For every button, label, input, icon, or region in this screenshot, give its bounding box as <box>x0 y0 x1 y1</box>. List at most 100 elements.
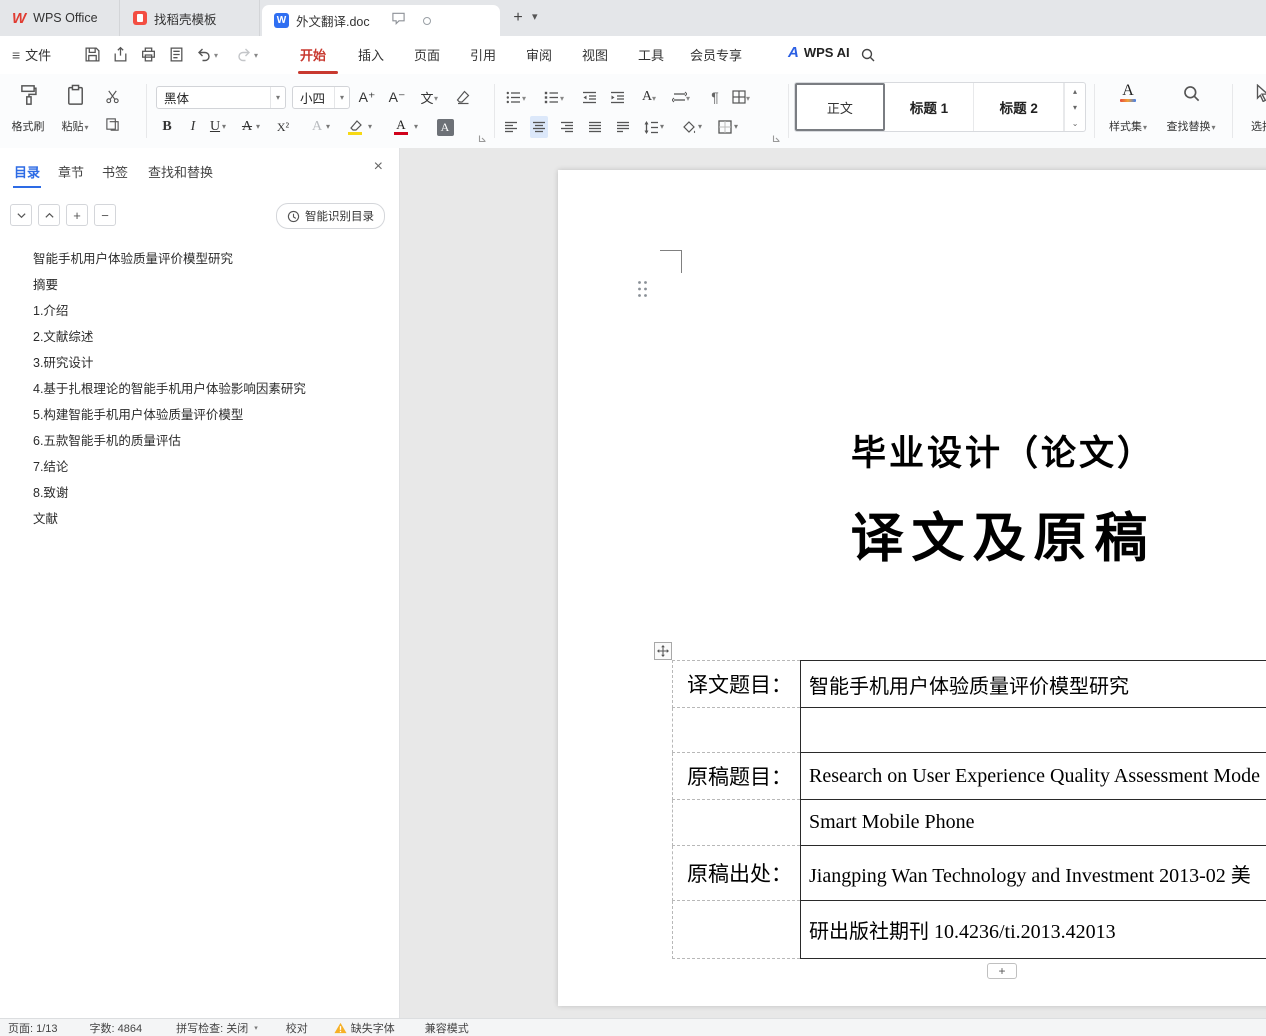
missing-font-warning[interactable]: 缺失字体 <box>334 1020 395 1036</box>
select-button[interactable]: 选择 <box>1240 80 1266 138</box>
save-button[interactable] <box>84 46 102 64</box>
toc-item[interactable]: 6.五款智能手机的质量评估 <box>0 428 399 454</box>
align-left-button[interactable] <box>502 116 520 138</box>
find-replace-button[interactable]: 查找替换▾ <box>1160 80 1222 138</box>
table-cell-value[interactable]: 智能手机用户体验质量评价模型研究 <box>800 660 1266 708</box>
table-cell-label[interactable]: 原稿题目： <box>672 753 800 800</box>
spellcheck-toggle[interactable]: 拼写检查: 关闭 ▾ <box>176 1020 258 1036</box>
numbered-list-button[interactable] <box>540 85 562 109</box>
proofread-button[interactable]: 校对 <box>286 1020 308 1036</box>
numbered-list-dropdown[interactable]: ▾ <box>560 94 564 103</box>
tab-document[interactable]: W 外文翻译.doc <box>262 5 500 36</box>
wps-ai-button[interactable]: A WPS AI <box>788 44 850 61</box>
menu-tab-tools[interactable]: 工具 <box>638 45 664 64</box>
sidebar-close-button[interactable]: × <box>374 158 383 176</box>
char-shading-button[interactable]: A <box>436 116 454 138</box>
distribute-button[interactable] <box>614 116 632 138</box>
toc-item[interactable]: 摘要 <box>0 272 399 298</box>
highlight-button[interactable] <box>346 116 364 138</box>
new-tab-button[interactable]: + <box>508 8 528 28</box>
paragraph-drag-handle[interactable] <box>637 280 648 303</box>
paste-button[interactable]: 粘贴▾ <box>54 80 96 138</box>
style-heading1[interactable]: 标题 1 <box>885 83 975 131</box>
toc-zoom-out-button[interactable]: − <box>94 204 116 226</box>
superscript-button[interactable]: X² <box>274 116 292 138</box>
font-color-button[interactable]: A <box>392 116 410 138</box>
style-heading2[interactable]: 标题 2 <box>974 83 1065 131</box>
table-cell-value[interactable]: Smart Mobile Phone <box>800 800 1266 846</box>
bullet-list-dropdown[interactable]: ▾ <box>522 94 526 103</box>
smart-toc-button[interactable]: 智能识别目录 <box>276 203 385 229</box>
cut-button[interactable] <box>102 86 122 106</box>
table-cell-value[interactable]: Jiangping Wan Technology and Investment … <box>800 846 1266 901</box>
toc-collapse-button[interactable] <box>38 204 60 226</box>
toc-item[interactable]: 8.致谢 <box>0 480 399 506</box>
align-center-button[interactable] <box>530 116 548 138</box>
line-spacing-button[interactable] <box>642 116 660 138</box>
sidebar-tab-sections[interactable]: 章节 <box>58 162 84 181</box>
undo-dropdown[interactable]: ▾ <box>214 51 218 60</box>
font-color-dropdown[interactable]: ▾ <box>414 122 418 131</box>
menu-tab-member[interactable]: 会员专享 <box>690 45 742 64</box>
comment-bubble-icon[interactable] <box>391 11 406 30</box>
page-indicator[interactable]: 页面: 1/13 <box>8 1020 58 1036</box>
shading-fill-button[interactable] <box>680 116 698 138</box>
toc-item[interactable]: 文献 <box>0 506 399 532</box>
style-normal[interactable]: 正文 <box>795 83 885 131</box>
toc-item[interactable]: 2.文献综述 <box>0 324 399 350</box>
menu-tab-page[interactable]: 页面 <box>414 45 440 64</box>
document-canvas[interactable]: 毕业设计（论文） 译文及原稿 译文题目： 智能手机用户体验质量评价模型研究 原稿… <box>400 148 1266 1018</box>
toc-item[interactable]: 7.结论 <box>0 454 399 480</box>
strikethrough-button[interactable]: A <box>238 116 256 138</box>
decrease-indent-button[interactable] <box>578 85 600 109</box>
asian-layout-dropdown[interactable]: ▾ <box>652 94 656 103</box>
text-direction-dropdown[interactable]: ▾ <box>686 94 690 103</box>
align-right-button[interactable] <box>558 116 576 138</box>
shrink-font-button[interactable]: A⁻ <box>386 85 408 109</box>
paragraph-dialog-launcher[interactable] <box>772 130 781 143</box>
toc-expand-button[interactable] <box>10 204 32 226</box>
tab-docer-templates[interactable]: 找稻壳模板 <box>121 0 260 36</box>
file-menu-button[interactable]: ≡ 文件 <box>12 45 51 64</box>
tab-list-button[interactable]: ▾ <box>532 10 538 23</box>
clear-format-button[interactable] <box>452 85 474 109</box>
bullet-list-button[interactable] <box>502 85 524 109</box>
word-count[interactable]: 字数: 4864 <box>90 1020 143 1036</box>
tab-wps-office[interactable]: W WPS Office <box>0 0 120 36</box>
toc-item[interactable]: 3.研究设计 <box>0 350 399 376</box>
redo-button[interactable] <box>236 46 254 64</box>
table-cell-value[interactable] <box>800 708 1266 753</box>
highlight-dropdown[interactable]: ▾ <box>368 122 372 131</box>
italic-button[interactable]: I <box>184 116 202 138</box>
menu-tab-references[interactable]: 引用 <box>470 45 496 64</box>
style-set-button[interactable]: A 样式集▾ <box>1102 80 1154 138</box>
add-row-button[interactable]: + <box>987 963 1017 979</box>
format-painter-button[interactable]: 格式刷 <box>6 80 50 138</box>
export-pdf-button[interactable] <box>112 46 130 64</box>
toc-item[interactable]: 智能手机用户体验质量评价模型研究 <box>0 246 399 272</box>
menu-tab-review[interactable]: 审阅 <box>526 45 552 64</box>
menu-tab-view[interactable]: 视图 <box>582 45 608 64</box>
toc-item[interactable]: 1.介绍 <box>0 298 399 324</box>
sidebar-tab-toc[interactable]: 目录 <box>14 162 40 181</box>
shading-dropdown[interactable]: ▾ <box>698 122 702 131</box>
table-cell-label[interactable]: 译文题目： <box>672 660 800 708</box>
sidebar-tab-find-replace[interactable]: 查找和替换 <box>148 162 213 181</box>
table-cell-label[interactable] <box>672 800 800 846</box>
justify-button[interactable] <box>586 116 604 138</box>
font-name-select[interactable]: 黑体 ▾ <box>156 86 286 109</box>
borders-dropdown[interactable]: ▾ <box>734 122 738 131</box>
increase-indent-button[interactable] <box>606 85 628 109</box>
borders-button[interactable] <box>716 116 734 138</box>
text-effect-dropdown[interactable]: ▾ <box>326 122 330 131</box>
table-cell-label[interactable]: 原稿出处： <box>672 846 800 901</box>
doc-title[interactable]: 毕业设计（论文） <box>558 425 1266 476</box>
menu-tab-home[interactable]: 开始 <box>300 45 326 64</box>
phonetic-dropdown[interactable]: ▾ <box>434 94 438 103</box>
doc-subtitle[interactable]: 译文及原稿 <box>558 496 1266 572</box>
line-spacing-dropdown[interactable]: ▾ <box>660 122 664 131</box>
table-cell-value[interactable]: Research on User Experience Quality Asse… <box>800 753 1266 800</box>
gallery-up-button[interactable]: ▴ <box>1073 87 1077 96</box>
toc-item[interactable]: 4.基于扎根理论的智能手机用户体验影响因素研究 <box>0 376 399 402</box>
grow-font-button[interactable]: A⁺ <box>356 85 378 109</box>
